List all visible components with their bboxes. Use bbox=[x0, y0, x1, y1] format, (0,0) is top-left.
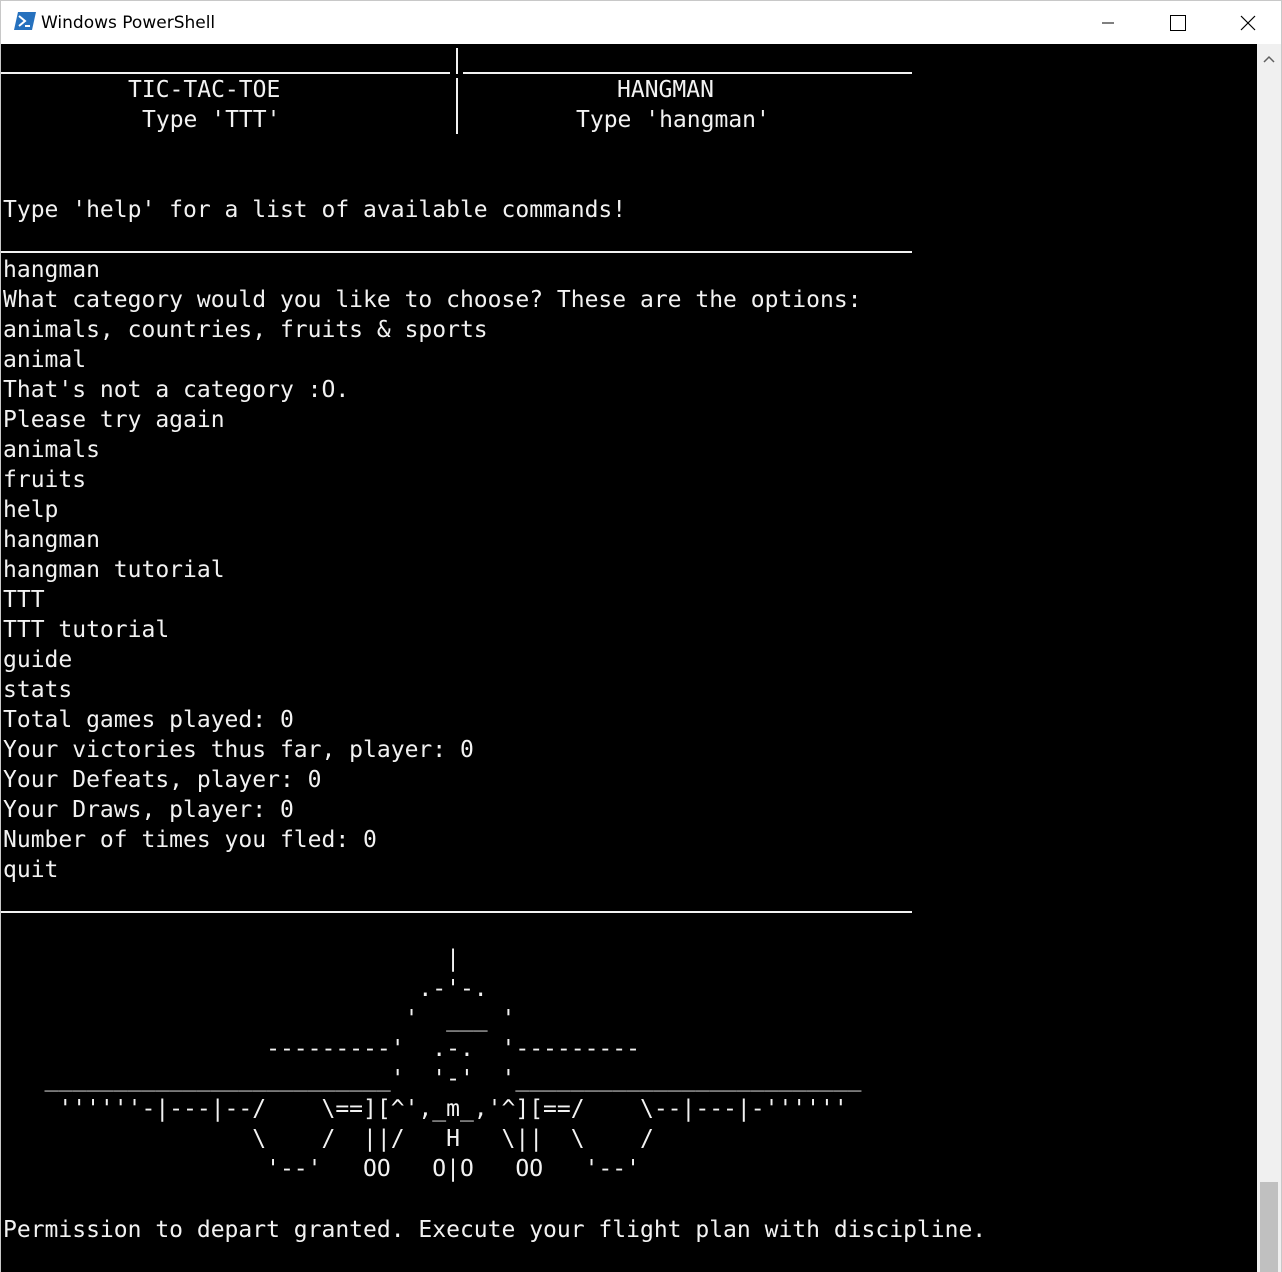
powershell-window: Windows PowerShell TIC-TAC-TOE HANGMAN T… bbox=[0, 0, 1282, 1272]
console-line: animal bbox=[3, 347, 87, 373]
ttt-hint: Type 'TTT' bbox=[142, 107, 281, 133]
console-line: hangman bbox=[3, 257, 100, 283]
maximize-icon bbox=[1170, 14, 1186, 31]
console-line: animals, countries, fruits & sports bbox=[3, 317, 488, 343]
console-line: animals bbox=[3, 437, 100, 463]
console-line: Your Draws, player: 0 bbox=[3, 797, 294, 823]
panel-rule-right bbox=[463, 72, 912, 74]
console-line: quit bbox=[3, 857, 59, 883]
ascii-art-line: ''''''-|---|--/ \==][^',_m_,'^][==/ \--|… bbox=[3, 1096, 848, 1122]
final-message: Permission to depart granted. Execute yo… bbox=[3, 1217, 987, 1243]
maximize-button[interactable] bbox=[1143, 1, 1213, 44]
help-prompt: Type 'help' for a list of available comm… bbox=[3, 197, 627, 223]
minimize-button[interactable] bbox=[1073, 1, 1143, 44]
console-line: Your Defeats, player: 0 bbox=[3, 767, 322, 793]
panel-rule-left bbox=[1, 72, 450, 74]
ascii-art-line: '--' OO O|O OO '--' bbox=[3, 1156, 640, 1182]
section-rule-1 bbox=[1, 251, 912, 253]
ascii-art-line: ' ___ ' bbox=[3, 1006, 516, 1032]
console-line: stats bbox=[3, 677, 73, 703]
ascii-airplane: | .-'-. ' ___ ' ---------' .-. '--------… bbox=[1, 932, 1001, 1184]
console-line: TTT bbox=[3, 587, 45, 613]
console-line: TTT tutorial bbox=[3, 617, 170, 643]
hangman-title: HANGMAN bbox=[617, 77, 714, 103]
ttt-title: TIC-TAC-TOE bbox=[128, 77, 281, 103]
powershell-icon bbox=[14, 12, 36, 30]
panel-divider bbox=[456, 78, 458, 134]
title-bar[interactable]: Windows PowerShell bbox=[1, 1, 1281, 44]
ascii-art-line: | bbox=[3, 946, 460, 972]
console-line: What category would you like to choose? … bbox=[3, 287, 862, 313]
close-button[interactable] bbox=[1213, 1, 1282, 44]
console-line: guide bbox=[3, 647, 73, 673]
console-line: Total games played: 0 bbox=[3, 707, 294, 733]
chevron-up-icon bbox=[1263, 55, 1275, 63]
minimize-icon bbox=[1102, 22, 1114, 23]
section-rule-2 bbox=[1, 911, 912, 913]
console-line: hangman bbox=[3, 527, 100, 553]
ascii-art-line: ---------' .-. '--------- bbox=[3, 1036, 640, 1062]
console-line: help bbox=[3, 497, 59, 523]
console-line: Number of times you fled: 0 bbox=[3, 827, 377, 853]
console-line: Your victories thus far, player: 0 bbox=[3, 737, 474, 763]
window-title: Windows PowerShell bbox=[41, 13, 216, 33]
vertical-scrollbar[interactable] bbox=[1257, 44, 1281, 1272]
console-line: Please try again bbox=[3, 407, 225, 433]
console-output[interactable]: TIC-TAC-TOE HANGMAN Type 'TTT' Type 'han… bbox=[1, 44, 1257, 1272]
close-icon bbox=[1240, 15, 1256, 30]
console-line: That's not a category :O. bbox=[3, 377, 350, 403]
scroll-thumb[interactable] bbox=[1260, 1182, 1278, 1272]
hangman-hint: Type 'hangman' bbox=[576, 107, 770, 133]
ascii-art-line: .-'-. bbox=[3, 976, 488, 1002]
panel-divider-top bbox=[456, 48, 458, 74]
ascii-art-line: \ / ||/ H \|| \ / bbox=[3, 1126, 654, 1152]
ascii-art-line: _________________________' '-' '________… bbox=[3, 1066, 862, 1092]
scroll-up-button[interactable] bbox=[1257, 44, 1281, 74]
console-line: hangman tutorial bbox=[3, 557, 225, 583]
console-line: fruits bbox=[3, 467, 87, 493]
